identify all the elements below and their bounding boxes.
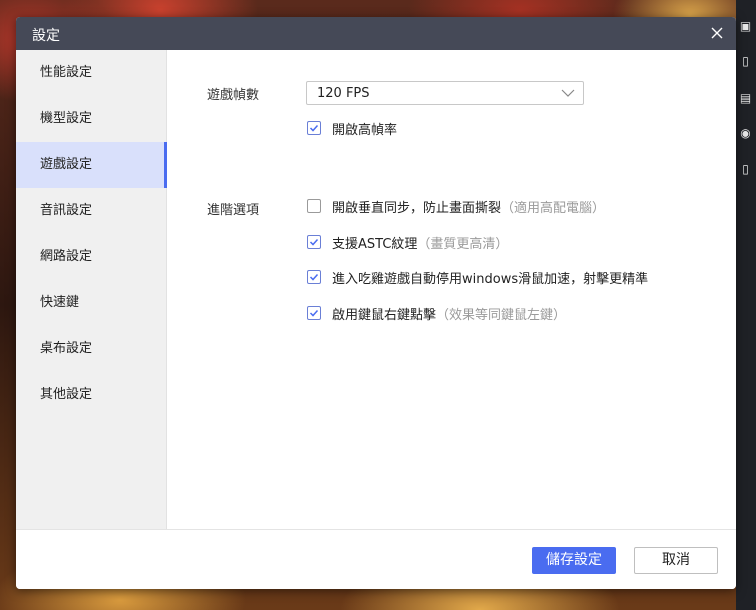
sidebar-item-network[interactable]: 網路設定 — [16, 234, 166, 280]
advanced-options-label: 進階選項 — [207, 203, 260, 218]
checkmark-icon — [309, 124, 319, 132]
vibrate-icon[interactable]: ▯ — [739, 55, 752, 68]
checkmark-icon — [309, 273, 319, 281]
toolbar-icon-3[interactable]: ▤ — [739, 92, 752, 105]
toolbar-icon-1[interactable]: ▣ — [739, 20, 752, 33]
side-toolbar: ▣ ▯ ▤ ◉ ▯ — [736, 0, 756, 610]
chevron-down-icon — [561, 89, 575, 97]
close-button[interactable] — [708, 24, 726, 42]
fps-select[interactable]: 120 FPS — [306, 81, 584, 105]
right-click-label: 啟用鍵鼠右鍵點擊（效果等同鍵鼠左鍵） — [332, 307, 567, 323]
sidebar-item-game[interactable]: 遊戲設定 — [16, 142, 167, 188]
right-click-option: 啟用鍵鼠右鍵點擊（效果等同鍵鼠左鍵） — [307, 304, 567, 323]
vsync-checkbox[interactable] — [307, 199, 321, 213]
vsync-hint: （適用高配電腦） — [501, 200, 606, 216]
high-fps-label: 開啟高幀率 — [332, 122, 398, 138]
astc-option: 支援ASTC紋理（畫質更高清） — [307, 233, 509, 252]
close-icon — [711, 27, 723, 39]
high-fps-checkbox[interactable] — [307, 121, 321, 135]
dialog-footer: 儲存設定 取消 — [16, 529, 736, 589]
astc-checkbox[interactable] — [307, 235, 321, 249]
sidebar-item-wallpaper[interactable]: 桌布設定 — [16, 326, 166, 372]
shake-icon[interactable]: ▯ — [739, 163, 752, 176]
save-button[interactable]: 儲存設定 — [532, 547, 616, 574]
sidebar-item-performance[interactable]: 性能設定 — [16, 50, 166, 96]
dialog-titlebar: 設定 — [16, 17, 736, 50]
cancel-button[interactable]: 取消 — [634, 547, 718, 574]
mouse-accel-checkbox[interactable] — [307, 270, 321, 284]
vsync-option: 開啟垂直同步，防止畫面撕裂（適用高配電腦） — [307, 197, 606, 216]
high-fps-option: 開啟高幀率 — [307, 119, 398, 138]
sidebar-item-device-model[interactable]: 機型設定 — [16, 96, 166, 142]
mouse-accel-label: 進入吃雞遊戲自動停用windows滑鼠加速，射擊更精準 — [332, 271, 649, 287]
sidebar-item-other[interactable]: 其他設定 — [16, 372, 166, 418]
vsync-label: 開啟垂直同步，防止畫面撕裂（適用高配電腦） — [332, 200, 606, 216]
sidebar-item-hotkeys[interactable]: 快速鍵 — [16, 280, 166, 326]
mouse-accel-option: 進入吃雞遊戲自動停用windows滑鼠加速，射擊更精準 — [307, 268, 649, 287]
right-click-checkbox[interactable] — [307, 306, 321, 320]
astc-hint: （畫質更高清） — [417, 236, 509, 252]
settings-dialog: 設定 性能設定 機型設定 遊戲設定 音訊設定 網路設定 快速鍵 桌布設定 其他設… — [16, 17, 736, 589]
dialog-title: 設定 — [32, 28, 60, 44]
location-icon[interactable]: ◉ — [739, 127, 752, 140]
checkmark-icon — [309, 309, 319, 317]
game-settings-panel: 遊戲幀數 120 FPS 開啟高幀率 進階選項 開啟垂直同步，防止畫面撕裂（適用… — [167, 50, 736, 529]
sidebar-item-audio[interactable]: 音訊設定 — [16, 188, 166, 234]
astc-label: 支援ASTC紋理（畫質更高清） — [332, 236, 509, 252]
settings-sidebar: 性能設定 機型設定 遊戲設定 音訊設定 網路設定 快速鍵 桌布設定 其他設定 — [16, 50, 167, 529]
fps-select-value: 120 FPS — [317, 86, 370, 101]
right-click-hint: （效果等同鍵鼠左鍵） — [436, 307, 567, 323]
fps-label: 遊戲幀數 — [207, 88, 260, 103]
checkmark-icon — [309, 238, 319, 246]
